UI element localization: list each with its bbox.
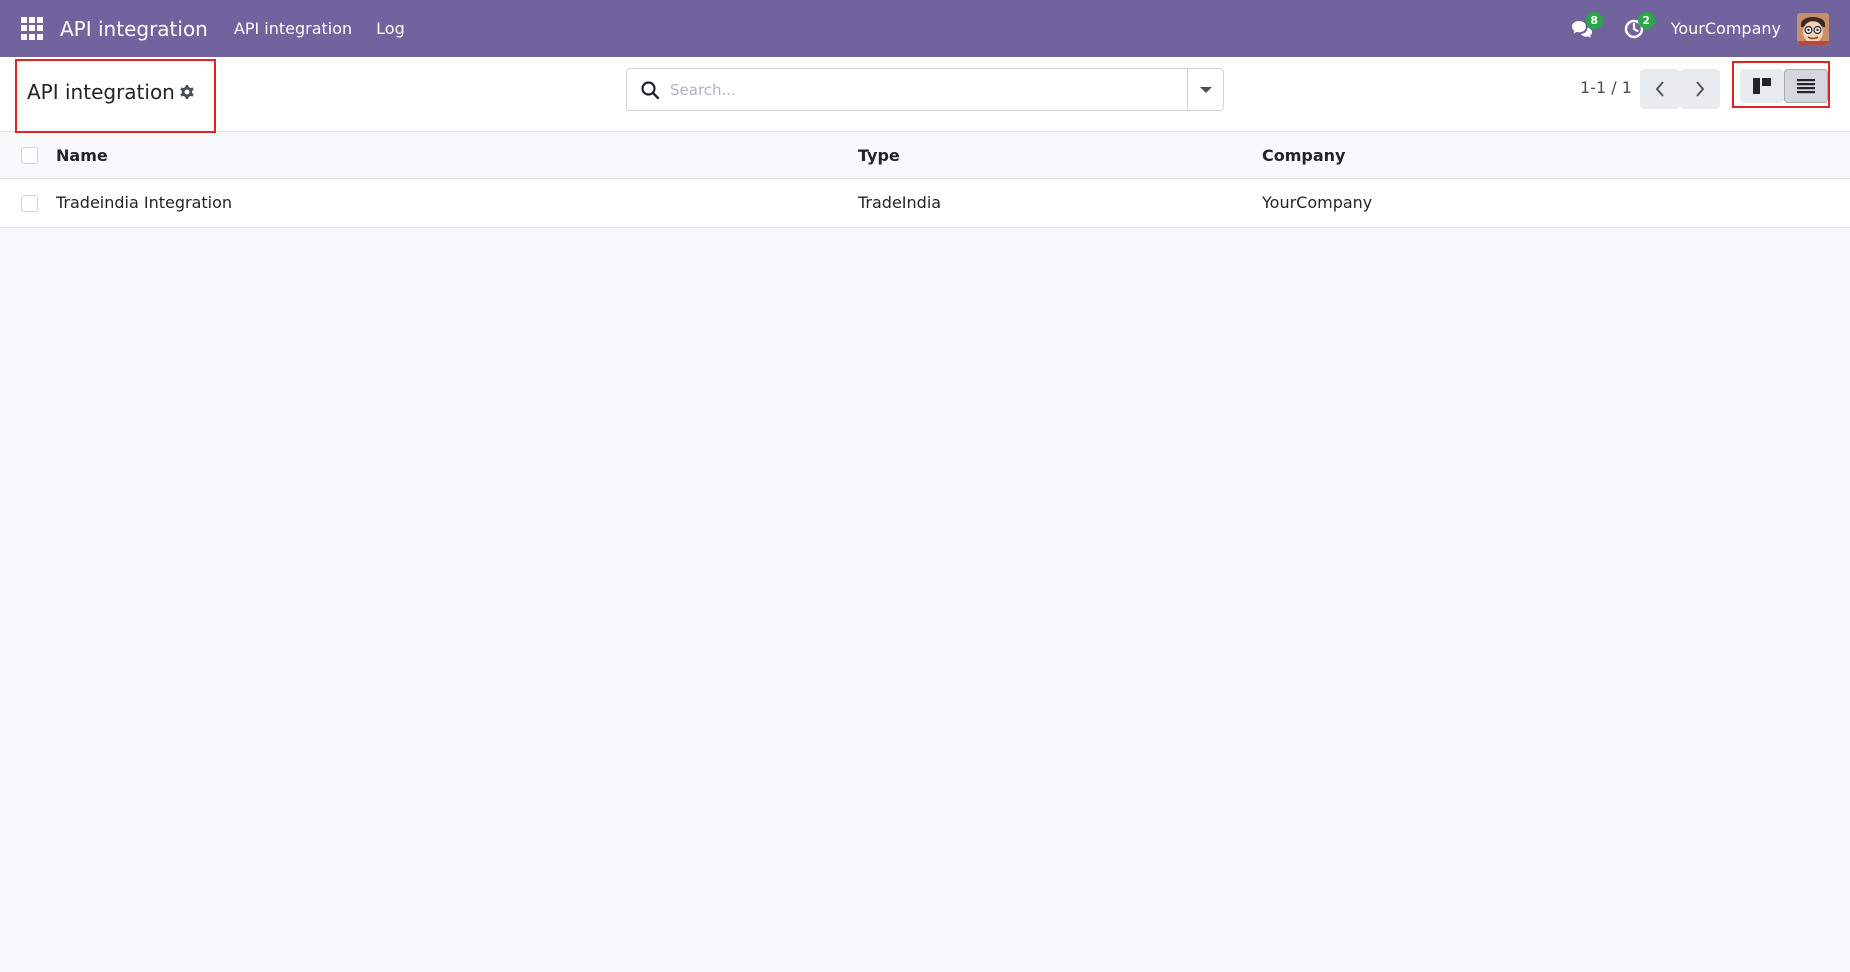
- pager-next-button[interactable]: [1680, 69, 1720, 109]
- top-navbar: API integration API integration Log 8 2 …: [0, 0, 1850, 57]
- breadcrumb: API integration: [15, 59, 216, 133]
- avatar-face-icon: [1797, 12, 1829, 45]
- search-icon: [641, 80, 660, 99]
- page-title: API integration: [27, 80, 175, 104]
- search-input[interactable]: [670, 70, 1170, 109]
- pager-value[interactable]: 1-1 / 1: [1580, 78, 1632, 97]
- column-header-type[interactable]: Type: [858, 146, 900, 165]
- gear-icon[interactable]: [178, 83, 196, 101]
- row-checkbox[interactable]: [21, 195, 38, 212]
- column-header-name[interactable]: Name: [56, 146, 108, 165]
- column-header-company[interactable]: Company: [1262, 146, 1345, 165]
- chevron-right-icon: [1696, 81, 1705, 97]
- apps-grid-icon[interactable]: [21, 16, 45, 41]
- cell-type[interactable]: TradeIndia: [858, 193, 941, 212]
- search-bar: [626, 68, 1224, 111]
- view-switcher: [1732, 61, 1830, 108]
- messages-count-badge: 8: [1585, 11, 1603, 29]
- chevron-left-icon: [1655, 81, 1664, 97]
- pager-previous-button[interactable]: [1640, 69, 1680, 109]
- company-switcher[interactable]: YourCompany: [1671, 19, 1781, 38]
- control-panel: API integration 1-1 / 1: [0, 57, 1850, 133]
- caret-down-icon: [1199, 86, 1212, 93]
- kanban-view-icon: [1753, 78, 1771, 94]
- kanban-view-button[interactable]: [1740, 69, 1784, 103]
- select-all-checkbox[interactable]: [21, 147, 38, 164]
- cell-name[interactable]: Tradeindia Integration: [56, 193, 232, 212]
- menu-api-integration[interactable]: API integration: [234, 19, 352, 38]
- app-brand[interactable]: API integration: [60, 17, 208, 41]
- table-row[interactable]: Tradeindia Integration TradeIndia YourCo…: [0, 180, 1850, 228]
- list-view-icon: [1797, 79, 1815, 94]
- messages-button[interactable]: 8: [1567, 11, 1603, 44]
- activities-button[interactable]: 2: [1619, 11, 1655, 44]
- cell-company[interactable]: YourCompany: [1262, 193, 1372, 212]
- activities-count-badge: 2: [1637, 11, 1655, 29]
- search-options-toggle[interactable]: [1187, 69, 1223, 110]
- list-view-button[interactable]: [1784, 69, 1828, 103]
- systray: 8 2 YourCompany: [1567, 0, 1850, 57]
- menu-log[interactable]: Log: [376, 19, 405, 38]
- user-avatar[interactable]: [1797, 12, 1829, 45]
- list-header: Name Type Company: [0, 133, 1850, 179]
